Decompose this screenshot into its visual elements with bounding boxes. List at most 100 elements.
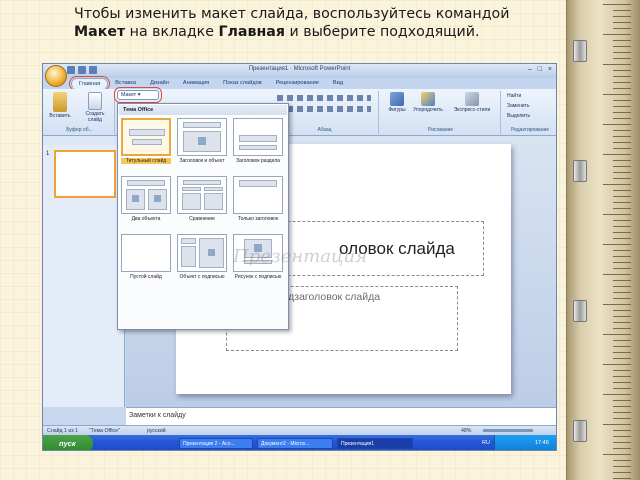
ruler-tick [613,148,631,149]
arrange-button[interactable]: Упорядочить [411,92,445,113]
layout-section-header[interactable]: Заголовок раздела [233,118,283,164]
slide-thumbnail[interactable] [54,150,116,198]
ruler-tick [603,424,631,425]
instruction-part: и выберите подходящий. [284,24,480,40]
ruler-tick [613,136,631,137]
ruler-tick [613,310,631,311]
taskbar-item[interactable]: Документ2 - Micros... [257,438,333,449]
find-label: Найти [507,93,522,99]
ruler-tick [613,40,631,41]
layout-label: Заголовок и объект [179,158,225,164]
ruler-clip [573,420,587,442]
ruler-tick [613,256,631,257]
instruction-part: на вкладке [125,24,219,40]
layout-label: Сравнение [189,216,215,222]
tab-insert[interactable]: Вставка [108,78,143,89]
close-button[interactable]: × [548,66,552,73]
window-controls: – □ × [528,66,552,73]
paste-label: Вставить [49,113,71,119]
minimize-button[interactable]: – [528,66,532,73]
shapes-button[interactable]: Фигуры [385,92,409,113]
ruler-clip [573,300,587,322]
ruler-tick [603,154,631,155]
ruler-tick [613,346,631,347]
ruler-tick [613,412,631,413]
ruler-tick [613,178,631,179]
layout-comparison[interactable]: Сравнение [177,176,227,222]
new-slide-button[interactable]: Создать слайд [79,92,111,123]
ruler-tick [613,22,631,23]
zoom-slider[interactable] [483,429,533,432]
ruler-tick [603,184,631,185]
office-button[interactable] [45,65,67,87]
taskbar-item[interactable]: Презентация1 [337,438,413,449]
shapes-icon [390,92,404,106]
slides-panel-tabs[interactable] [43,136,125,145]
layout-label: Заголовок раздела [236,158,280,164]
slides-panel: 1 [43,145,125,407]
notes-pane[interactable]: Заметки к слайду [126,407,556,425]
ruler-tick [603,394,631,395]
replace-button[interactable]: Заменить [507,103,529,109]
ruler-tick [603,454,631,455]
tab-view[interactable]: Вид [326,78,350,89]
ruler-tick [613,442,631,443]
ruler-tick [613,130,631,131]
maximize-button[interactable]: □ [538,66,542,73]
watermark: Презентация [233,246,368,267]
language-indicator[interactable]: русский [147,428,166,434]
layout-label: Пустой слайд [130,274,162,280]
layout-thumbnail [121,234,171,272]
paste-button[interactable]: Вставить [48,92,72,119]
start-button[interactable]: пуск [43,435,93,450]
ruler-tick [613,298,631,299]
instruction-part: Чтобы изменить макет слайда, воспользуйт… [74,6,510,22]
tab-review[interactable]: Рецензирование [269,78,326,89]
tab-animation[interactable]: Анимация [176,78,216,89]
ruler-tick [613,232,631,233]
find-button[interactable]: Найти [507,93,521,99]
layout-label: Объект с подписью [179,274,225,280]
ruler-tick [613,280,631,281]
layout-title-only[interactable]: Только заголовок [233,176,283,222]
layout-two-content[interactable]: Два объекта [121,176,171,222]
alignment-buttons[interactable] [277,106,371,112]
layout-label: Титульный слайд [121,158,171,164]
window-title: Презентация1 · Microsoft PowerPoint [248,66,351,72]
ruler-tick [613,358,631,359]
drawing-group-label: Рисование [427,127,454,133]
tab-home[interactable]: Главная [68,76,111,91]
layout-content-caption[interactable]: Объект с подписью [177,234,227,280]
zoom-level[interactable]: 48% [461,428,471,434]
title-bar: Презентация1 · Microsoft PowerPoint – □ … [43,64,556,78]
taskbar-item[interactable]: Презентация 2 - Асо... [179,438,253,449]
ruler-tick [613,220,631,221]
ruler-tick [603,334,631,335]
editing-group-label: Редактирование [510,127,550,133]
ruler-tick [603,274,631,275]
ruler-tick [613,238,631,239]
ruler-tick [603,124,631,125]
select-button[interactable]: Выделить [507,113,530,119]
select-label: Выделить [507,113,531,119]
quick-styles-icon [465,92,479,106]
tab-slideshow[interactable]: Показ слайдов [216,78,269,89]
ruler-tick [613,466,631,467]
ruler-tick [613,46,631,47]
ruler-tick [613,10,631,11]
keyboard-language[interactable]: RU [482,440,490,446]
layout-button[interactable]: Макет ▾ [114,87,162,103]
layout-title-slide[interactable]: Титульный слайд [121,118,171,164]
shapes-label: Фигуры [388,107,406,113]
quick-styles-button[interactable]: Экспресс-стили [447,92,497,113]
editing-group: Найти Заменить Выделить Редактирование [503,91,556,134]
ruler-tick [613,400,631,401]
ruler-tick [613,340,631,341]
paragraph-buttons[interactable] [277,95,371,101]
layout-blank[interactable]: Пустой слайд [121,234,171,280]
layout-title-content[interactable]: Заголовок и объект [177,118,227,164]
layout-thumbnail [121,118,171,156]
powerpoint-window: Презентация1 · Microsoft PowerPoint – □ … [42,63,557,451]
tab-design[interactable]: Дизайн [143,78,176,89]
layout-thumbnail [233,176,283,214]
